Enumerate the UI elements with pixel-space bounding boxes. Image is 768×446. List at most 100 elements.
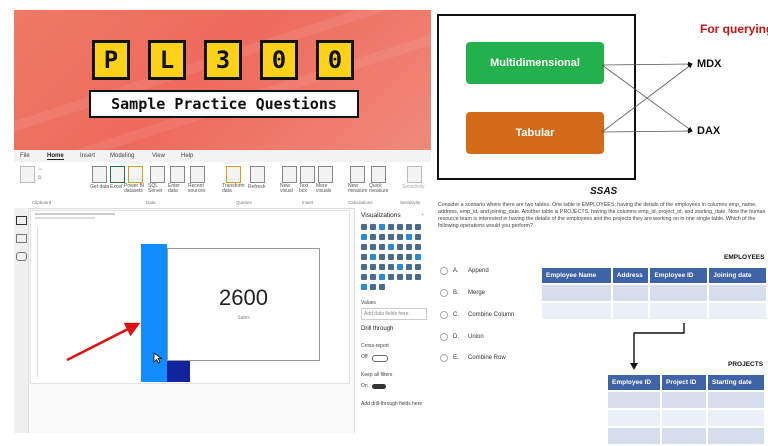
get-data-icon[interactable] [92, 166, 107, 183]
visual-type-icon[interactable] [406, 254, 412, 260]
visual-type-icon[interactable] [397, 274, 403, 280]
radio-icon[interactable] [440, 354, 448, 362]
visual-type-icon[interactable] [379, 284, 385, 290]
radio-icon[interactable] [440, 289, 448, 297]
visual-type-icon[interactable] [370, 244, 376, 250]
tab-help[interactable]: Help [181, 153, 193, 159]
option-b[interactable]: B. Merge [440, 289, 485, 297]
visual-type-icon[interactable] [379, 244, 385, 250]
visual-type-icon[interactable] [415, 224, 421, 230]
new-visual-icon[interactable] [282, 166, 297, 183]
visual-type-icon[interactable] [388, 224, 394, 230]
visual-type-icon[interactable] [397, 224, 403, 230]
text-box-icon[interactable] [300, 166, 315, 183]
visual-type-icon[interactable] [388, 244, 394, 250]
visual-type-icon[interactable] [406, 264, 412, 270]
visual-type-icon[interactable] [361, 244, 367, 250]
option-c[interactable]: C. Combine Column [440, 311, 514, 319]
chevron-right-icon[interactable]: › [422, 212, 424, 218]
radio-icon[interactable] [440, 311, 448, 319]
visual-type-icon[interactable] [388, 254, 394, 260]
visual-type-icon[interactable] [379, 264, 385, 270]
cross-report-toggle[interactable] [372, 355, 388, 362]
visual-type-icon[interactable] [397, 264, 403, 270]
visual-type-icon[interactable] [379, 234, 385, 240]
quick-measure-button[interactable]: Quick measure [369, 184, 388, 194]
quick-measure-icon[interactable] [371, 166, 386, 183]
card-visual[interactable]: 2600 Sales [167, 248, 320, 361]
visual-type-icon[interactable] [379, 274, 385, 280]
transform-data-icon[interactable] [226, 166, 241, 183]
sql-server-icon[interactable] [150, 166, 165, 183]
option-e[interactable]: E. Combine Row [440, 354, 506, 362]
data-view-icon[interactable] [16, 234, 27, 243]
connector-arrow-icon [630, 323, 685, 370]
add-fields-well[interactable]: Add data fields here [361, 308, 427, 320]
report-view-icon[interactable] [16, 216, 27, 225]
model-view-icon[interactable] [16, 252, 27, 261]
visual-type-icon[interactable] [415, 264, 421, 270]
visual-type-icon[interactable] [415, 234, 421, 240]
sensitivity-button[interactable]: Sensitivity [402, 184, 425, 190]
recent-sources-button[interactable]: Recent sources [188, 184, 208, 194]
visual-type-icon[interactable] [370, 254, 376, 260]
get-data-button[interactable]: Get data [90, 184, 109, 190]
visual-type-icon[interactable] [370, 274, 376, 280]
visual-type-icon[interactable] [406, 224, 412, 230]
visual-type-icon[interactable] [361, 264, 367, 270]
add-drill-fields-text[interactable]: Add drill-through fields here [361, 401, 422, 407]
visual-type-icon[interactable] [361, 234, 367, 240]
visual-type-icon[interactable] [415, 274, 421, 280]
keep-filters-toggle[interactable] [372, 384, 386, 389]
radio-icon[interactable] [440, 267, 448, 275]
new-measure-icon[interactable] [350, 166, 365, 183]
enter-data-icon[interactable] [170, 166, 185, 183]
excel-button[interactable]: Excel [110, 184, 122, 190]
visual-type-icon[interactable] [415, 244, 421, 250]
tab-file[interactable]: File [20, 153, 30, 159]
paste-icon[interactable] [20, 166, 35, 183]
visual-type-icon[interactable] [415, 254, 421, 260]
tab-view[interactable]: View [152, 153, 165, 159]
visual-type-icon[interactable] [388, 234, 394, 240]
text-box-button[interactable]: Text box [299, 184, 313, 194]
enter-data-button[interactable]: Enter data [168, 184, 186, 194]
visual-type-icon[interactable] [370, 284, 376, 290]
more-visuals-button[interactable]: More visuals [316, 184, 334, 194]
transform-data-button[interactable]: Transform data [222, 184, 245, 194]
sql-server-button[interactable]: SQL Server [148, 184, 166, 194]
tab-modeling[interactable]: Modeling [110, 153, 134, 159]
new-visual-button[interactable]: New visual [280, 184, 296, 194]
recent-sources-icon[interactable] [190, 166, 205, 183]
excel-icon[interactable] [110, 166, 125, 183]
visual-type-icon[interactable] [406, 274, 412, 280]
visual-type-icon[interactable] [388, 274, 394, 280]
powerbi-datasets-icon[interactable] [128, 166, 143, 183]
visual-type-icon[interactable] [397, 234, 403, 240]
visual-type-icon[interactable] [406, 234, 412, 240]
more-visuals-icon[interactable] [318, 166, 333, 183]
visual-type-icon[interactable] [370, 224, 376, 230]
visual-type-icon[interactable] [406, 244, 412, 250]
visual-type-icon[interactable] [361, 224, 367, 230]
tab-home[interactable]: Home [47, 153, 64, 160]
visual-type-icon[interactable] [370, 234, 376, 240]
visual-type-icon[interactable] [361, 274, 367, 280]
visual-type-icon[interactable] [388, 264, 394, 270]
powerbi-datasets-button[interactable]: Power BI datasets [124, 184, 146, 194]
visual-type-icon[interactable] [379, 224, 385, 230]
visual-type-icon[interactable] [361, 254, 367, 260]
option-d[interactable]: D. Union [440, 333, 484, 341]
visual-type-icon[interactable] [397, 254, 403, 260]
visual-type-icon[interactable] [361, 284, 367, 290]
new-measure-button[interactable]: New measure [348, 184, 367, 194]
visual-type-icon[interactable] [370, 264, 376, 270]
option-a[interactable]: A. Append [440, 267, 489, 275]
tab-insert[interactable]: Insert [80, 153, 95, 159]
radio-icon[interactable] [440, 333, 448, 341]
visual-type-icon[interactable] [379, 254, 385, 260]
refresh-button[interactable]: Refresh [248, 184, 266, 190]
refresh-icon[interactable] [250, 166, 265, 183]
visual-type-icon[interactable] [397, 244, 403, 250]
sensitivity-icon[interactable] [407, 166, 422, 183]
